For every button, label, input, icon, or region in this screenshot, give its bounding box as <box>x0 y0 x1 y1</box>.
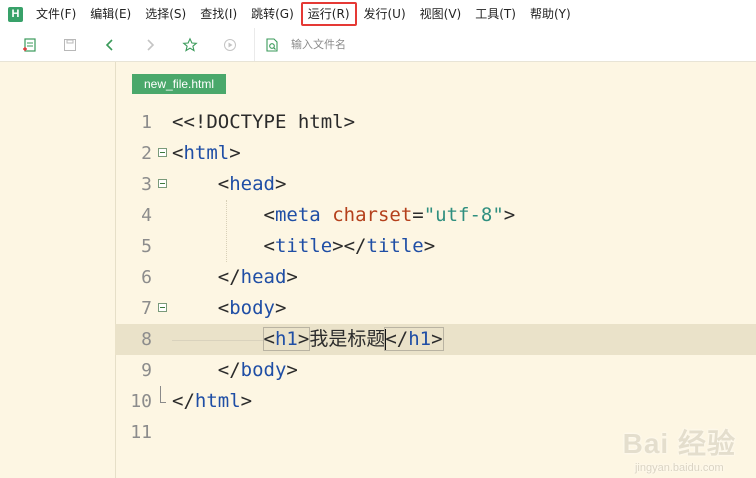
run-button[interactable] <box>210 28 250 61</box>
new-file-icon <box>23 37 36 52</box>
doctype-text: <!DOCTYPE html> <box>183 111 356 133</box>
code-line-7: 7 <body> <box>115 293 756 324</box>
toolbar <box>0 28 756 62</box>
run-icon <box>224 38 236 51</box>
tag-body: body <box>229 297 275 319</box>
line-number: 4 <box>141 205 152 226</box>
line-number: 1 <box>141 112 152 133</box>
code-line-11: 11 <box>115 417 756 448</box>
code-line-6: 6 </head> <box>115 262 756 293</box>
menu-view[interactable]: 视图(V) <box>413 2 469 26</box>
line-number: 10 <box>130 391 152 412</box>
tag-title: title <box>274 235 333 257</box>
menu-select[interactable]: 选择(S) <box>138 2 193 26</box>
forward-icon <box>147 38 155 51</box>
fold-end-marker <box>160 386 166 403</box>
menu-run[interactable]: 运行(R) <box>300 2 357 26</box>
tag-h1-close: h1 <box>408 328 432 350</box>
side-panel <box>0 62 116 478</box>
code-line-2: 2 <html> <box>115 138 756 169</box>
editor-window: H 文件(F) 编辑(E) 选择(S) 查找(I) 跳转(G) 运行(R) 发行… <box>0 0 756 478</box>
code-line-9: 9 </body> <box>115 355 756 386</box>
new-file-button[interactable] <box>10 28 50 61</box>
line-number: 6 <box>141 267 152 288</box>
menu-help[interactable]: 帮助(Y) <box>523 2 578 26</box>
code-area[interactable]: 1 <<!DOCTYPE html> 2 <html> 3 <head> 4 <… <box>115 107 756 478</box>
line-number: 11 <box>130 422 152 443</box>
file-search-icon-wrap <box>259 28 285 61</box>
attr-charset-value: "utf-8" <box>423 204 504 226</box>
code-line-4: 4 <meta charset="utf-8"> <box>115 200 756 231</box>
line-number: 7 <box>141 298 152 319</box>
tag-head-close: head <box>240 266 287 288</box>
app-logo-icon: H <box>8 6 23 22</box>
h1-text: 我是标题 <box>309 328 386 350</box>
file-tab[interactable]: new_file.html <box>132 74 227 94</box>
back-button[interactable] <box>90 28 130 61</box>
line-number: 5 <box>141 236 152 257</box>
fold-toggle-icon[interactable] <box>158 303 167 312</box>
code-line-3: 3 <head> <box>115 169 756 200</box>
fold-toggle-icon[interactable] <box>158 179 167 188</box>
code-line-5: 5 <title></title> <box>115 231 756 262</box>
code-line-1: 1 <<!DOCTYPE html> <box>115 107 756 138</box>
save-button[interactable] <box>50 28 90 61</box>
tag-head: head <box>229 173 275 195</box>
fold-toggle-icon[interactable] <box>158 148 167 157</box>
line-number: 9 <box>141 360 152 381</box>
code-line-8-current: 8 <h1>我是标题</h1> <box>115 324 756 355</box>
line-number: 3 <box>141 174 152 195</box>
file-search-icon <box>266 37 278 52</box>
tag-meta: meta <box>274 204 321 226</box>
favorite-button[interactable] <box>170 28 210 61</box>
line-number: 2 <box>141 143 152 164</box>
back-icon <box>105 38 113 51</box>
menu-edit[interactable]: 编辑(E) <box>83 2 138 26</box>
toolbar-divider <box>254 28 255 61</box>
tag-body-close: body <box>240 359 287 381</box>
menu-goto[interactable]: 跳转(G) <box>244 2 301 26</box>
save-icon <box>64 38 76 51</box>
code-line-10: 10 </html> <box>115 386 756 417</box>
menu-bar: H 文件(F) 编辑(E) 选择(S) 查找(I) 跳转(G) 运行(R) 发行… <box>0 0 756 28</box>
file-search-input[interactable] <box>285 34 497 55</box>
menu-file[interactable]: 文件(F) <box>29 2 83 26</box>
editor-pane: new_file.html 1 <<!DOCTYPE html> 2 <html… <box>0 62 756 478</box>
menu-find[interactable]: 查找(I) <box>193 2 244 26</box>
tag-h1: h1 <box>274 328 298 350</box>
menu-publish[interactable]: 发行(U) <box>357 2 413 26</box>
tag-title-close: title <box>366 235 424 257</box>
favorite-star-icon <box>182 36 198 52</box>
line-number: 8 <box>141 329 152 350</box>
tag-html: html <box>183 142 230 164</box>
tag-html-close: html <box>194 390 241 412</box>
attr-charset: charset <box>332 204 413 226</box>
forward-button[interactable] <box>130 28 170 61</box>
menu-tools[interactable]: 工具(T) <box>468 2 523 26</box>
